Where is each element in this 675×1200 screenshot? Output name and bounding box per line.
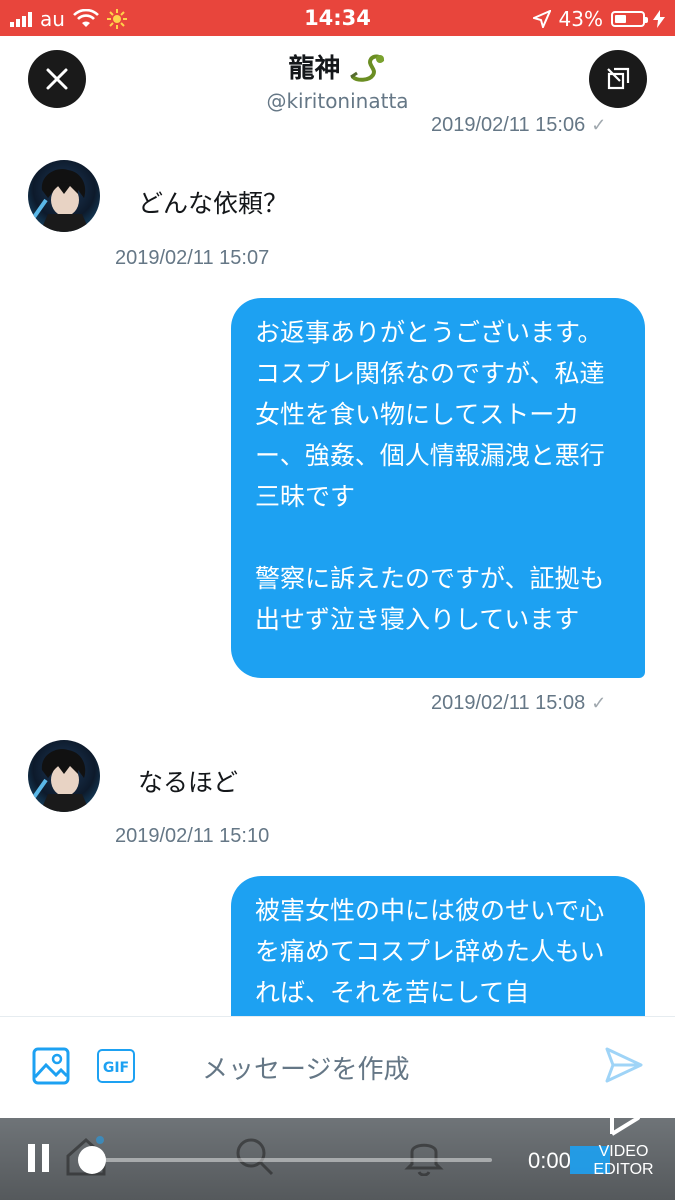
- battery-percent: 43%: [558, 7, 603, 31]
- charging-icon: [653, 10, 665, 28]
- pause-icon: [28, 1144, 49, 1172]
- expand-icon: [607, 67, 630, 90]
- video-scrubber-handle[interactable]: [78, 1146, 106, 1174]
- user-name: 龍神: [288, 54, 341, 84]
- watermark-label: VIDEO EDITOR: [593, 1143, 654, 1178]
- gif-button[interactable]: GIF: [97, 1049, 135, 1083]
- status-bar: au 14:34 43%: [0, 0, 675, 36]
- incoming-message: なるほど: [138, 768, 239, 797]
- user-handle: @kiritoninatta: [266, 89, 409, 113]
- video-editor-watermark: VIDEO EDITOR: [572, 1098, 675, 1179]
- send-button[interactable]: [605, 1047, 643, 1087]
- message-timestamp: 2019/02/11 15:08 ✓: [431, 692, 607, 714]
- message-timestamp: 2019/02/11 15:10: [115, 825, 270, 847]
- search-icon: [236, 1138, 274, 1176]
- avatar[interactable]: [28, 740, 100, 812]
- sent-check-icon: ✓: [591, 693, 607, 713]
- message-input[interactable]: メッセージを作成: [202, 1049, 409, 1086]
- avatar[interactable]: [28, 160, 100, 232]
- notifications-icon: [404, 1143, 444, 1176]
- image-icon: [32, 1047, 70, 1085]
- sent-check-icon: ✓: [591, 115, 607, 135]
- video-time: 0:00: [528, 1148, 571, 1173]
- battery-icon: [611, 11, 648, 27]
- outgoing-message-bubble: お返事ありがとうございます。コスプレ関係なのですが、私達女性を食い物にしてストー…: [231, 298, 645, 678]
- incoming-message: どんな依頼？: [138, 189, 289, 218]
- dragon-icon: [349, 54, 384, 82]
- location-icon: [532, 10, 551, 28]
- video-progress-track[interactable]: [92, 1158, 492, 1162]
- message-timestamp: 2019/02/11 15:07: [115, 247, 270, 269]
- message-timestamp: 2019/02/11 15:06 ✓: [431, 114, 607, 136]
- conversation-header: 龍神 @kiritoninatta: [0, 36, 675, 116]
- video-editor-logo: [609, 1100, 640, 1136]
- expand-button[interactable]: [589, 50, 647, 108]
- conversation-title: 龍神: [288, 48, 386, 85]
- pause-button[interactable]: [28, 1144, 50, 1176]
- send-icon: [605, 1047, 643, 1083]
- add-image-button[interactable]: [32, 1047, 70, 1089]
